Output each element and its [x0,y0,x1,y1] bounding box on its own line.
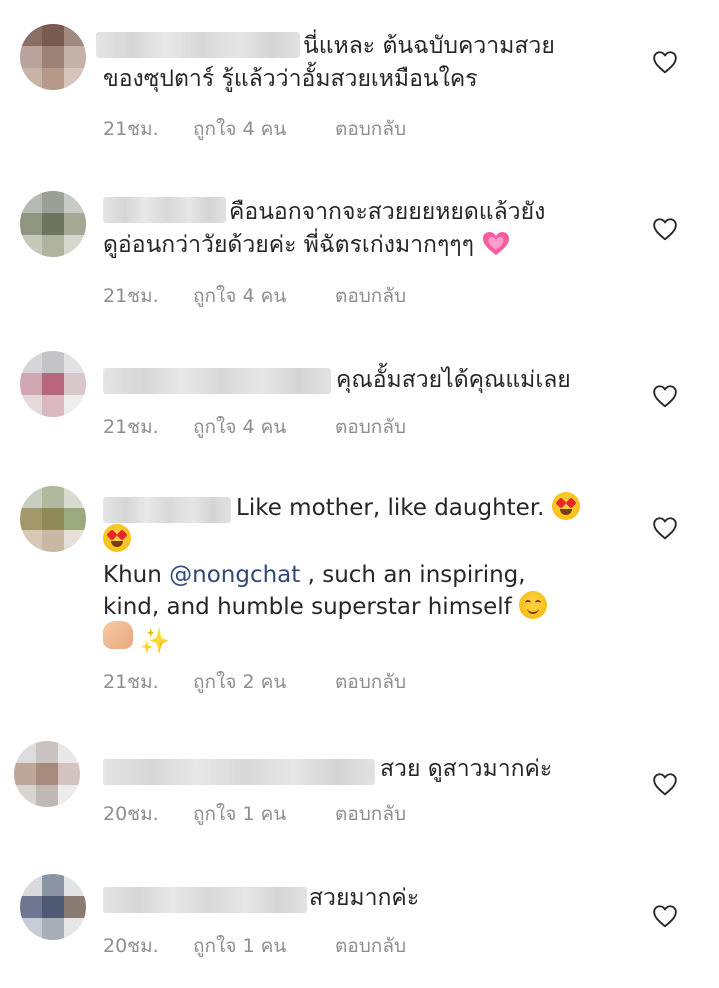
comment-text: Khun [103,562,170,588]
comment-text-line: kind, and humble superstar himself [103,591,548,623]
comment-text: สวยมากค่ะ [309,885,420,911]
comment-time: 20ชม. [103,803,159,825]
comment-text: Like mother, like daughter. [236,495,545,521]
username-blurred[interactable] [103,368,331,394]
comment-text-line: ✨ [103,621,170,655]
heart-outline-icon[interactable] [652,217,678,241]
heart-outline-icon[interactable] [652,516,678,540]
comment-likes[interactable]: ถูกใจ 4 คน [193,281,286,311]
comment-time: 21ชม. [103,671,159,693]
username-blurred[interactable] [103,497,231,523]
heart-outline-icon[interactable] [652,50,678,74]
comment-time: 21ชม. [103,118,159,140]
heart-outline-icon[interactable] [652,384,678,408]
reply-button[interactable]: ตอบกลับ [335,667,406,697]
comment-likes[interactable]: ถูกใจ 4 คน [193,412,286,442]
comment-likes[interactable]: ถูกใจ 1 คน [193,931,286,961]
sparkles-emoji-icon: ✨ [140,627,171,655]
comment-text-line: Khun @nongchat , such an inspiring, [103,559,526,591]
comment-text: , such an inspiring, [300,562,526,588]
smiling-face-emoji-icon [519,591,548,619]
comment-likes[interactable]: ถูกใจ 4 คน [193,114,286,144]
comment-text-line: ของซุปตาร์ รู้แล้วว่าอั้มสวยเหมือนใคร [103,66,478,92]
reply-button[interactable]: ตอบกลับ [335,114,406,144]
comment-likes[interactable]: ถูกใจ 1 คน [193,799,286,829]
comment-text-line: สวย ดูสาวมากค่ะ [380,756,553,782]
username-blurred[interactable] [103,887,307,913]
avatar[interactable] [20,191,86,257]
clapping-hands-emoji-icon [103,621,133,649]
comment-text: kind, and humble superstar himself [103,594,512,620]
mention-link[interactable]: @nongchat [169,562,300,588]
avatar[interactable] [20,486,86,552]
comment-text: ดูอ่อนกว่าวัยด้วยค่ะ พี่ฉัตรเก่งมากๆๆๆ [103,232,475,258]
heart-outline-icon[interactable] [652,772,678,796]
comment-text-line: ดูอ่อนกว่าวัยด้วยค่ะ พี่ฉัตรเก่งมากๆๆๆ [103,229,511,261]
comment-likes[interactable]: ถูกใจ 2 คน [193,667,286,697]
comment-time: 20ชม. [103,935,159,957]
avatar[interactable] [20,874,86,940]
reply-button[interactable]: ตอบกลับ [335,281,406,311]
comment-time: 21ชม. [103,285,159,307]
comment-text-line [103,524,131,556]
avatar[interactable] [20,24,86,90]
avatar[interactable] [20,351,86,417]
reply-button[interactable]: ตอบกลับ [335,799,406,829]
heart-outline-icon[interactable] [652,904,678,928]
reply-button[interactable]: ตอบกลับ [335,931,406,961]
heart-eyes-emoji-icon [103,524,131,552]
growing-heart-emoji-icon [483,232,510,255]
comment-text-line: คือนอกจากจะสวยยยหยดแล้วยัง [229,199,546,225]
comment-text-line: สวยมากค่ะ [309,882,419,914]
comment-text-line: Like mother, like daughter. [236,492,580,524]
heart-eyes-emoji-icon [551,492,580,520]
username-blurred[interactable] [103,197,226,223]
avatar[interactable] [14,741,80,807]
comment-text-line: คุณอั้มสวยได้คุณแม่เลย [336,367,571,393]
username-blurred[interactable] [96,32,300,58]
username-blurred[interactable] [103,759,375,785]
reply-button[interactable]: ตอบกลับ [335,412,406,442]
comment-text-line: นี่แหละ ต้นฉบับความสวย [303,33,555,59]
comment-time: 21ชม. [103,416,159,438]
